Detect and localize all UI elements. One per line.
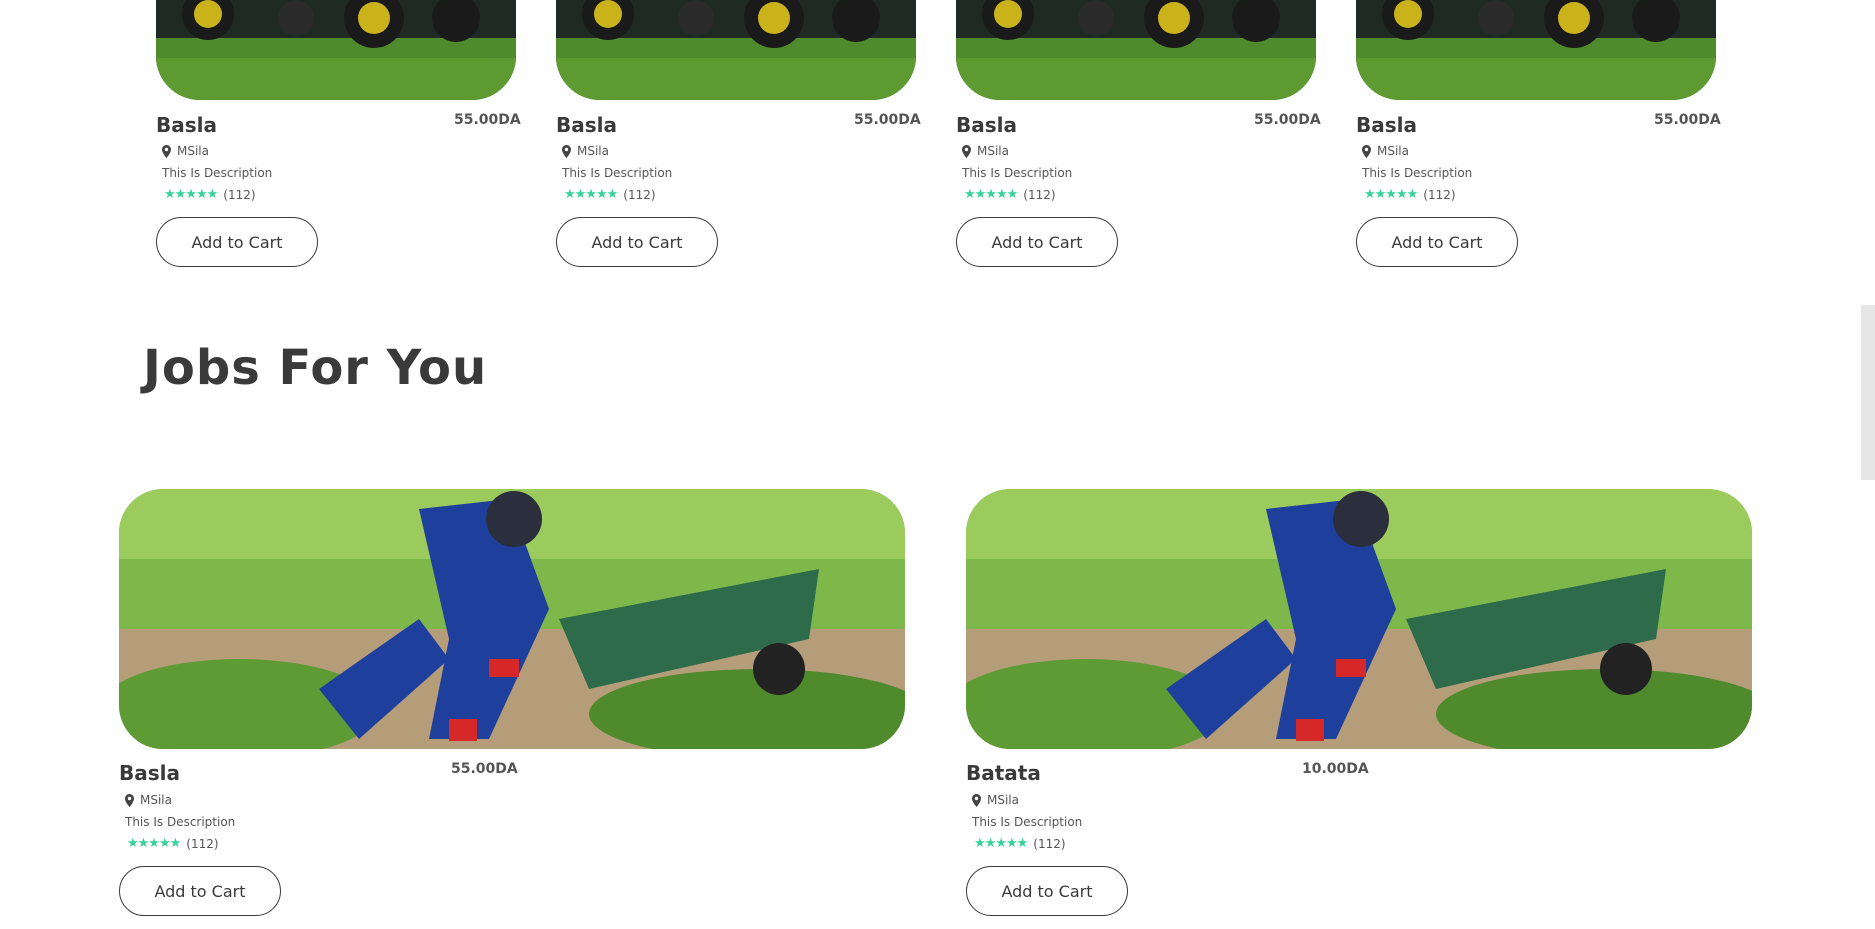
location-label: MSila [1377,144,1409,158]
map-pin-icon [1362,144,1371,158]
product-description: This Is Description [1362,166,1473,180]
star-icon: ★★★★★ [964,187,1018,202]
product-location: MSila [962,144,1009,158]
map-pin-icon [972,793,981,807]
review-count: (112) [1033,836,1066,851]
location-label: MSila [987,793,1019,807]
scrollbar[interactable] [1861,305,1875,480]
tractor-image [156,0,516,100]
add-to-cart-button[interactable]: Add to Cart [1356,217,1518,267]
job-price: 55.00DA [451,761,518,777]
product-rating: ★★★★★ (112) [564,187,656,202]
product-description: This Is Description [962,166,1073,180]
add-to-cart-button[interactable]: Add to Cart [119,866,281,916]
job-price: 10.00DA [1302,761,1369,777]
tractor-image [556,0,916,100]
job-rating: ★★★★★ (112) [127,836,219,851]
product-price: 55.00DA [1654,112,1721,128]
section-title: Jobs For You [143,340,488,396]
review-count: (112) [1423,187,1456,202]
location-label: MSila [140,793,172,807]
product-rating: ★★★★★ (112) [164,187,256,202]
product-rating: ★★★★★ (112) [1364,187,1456,202]
product-location: MSila [1362,144,1409,158]
map-pin-icon [162,144,171,158]
product-title: Basla [556,113,617,137]
product-price: 55.00DA [454,112,521,128]
location-label: MSila [977,144,1009,158]
product-location: MSila [162,144,209,158]
star-icon: ★★★★★ [564,187,618,202]
job-title: Basla [119,761,180,785]
location-label: MSila [577,144,609,158]
add-to-cart-button[interactable]: Add to Cart [966,866,1128,916]
product-price: 55.00DA [854,112,921,128]
job-description: This Is Description [972,815,1083,829]
add-to-cart-button[interactable]: Add to Cart [956,217,1118,267]
farm-worker-image [119,489,905,749]
product-title: Basla [1356,113,1417,137]
tractor-image [956,0,1316,100]
star-icon: ★★★★★ [1364,187,1418,202]
map-pin-icon [962,144,971,158]
job-title: Batata [966,761,1041,785]
product-location: MSila [562,144,609,158]
product-price: 55.00DA [1254,112,1321,128]
review-count: (112) [223,187,256,202]
star-icon: ★★★★★ [127,836,181,851]
location-label: MSila [177,144,209,158]
job-location: MSila [972,793,1019,807]
add-to-cart-button[interactable]: Add to Cart [556,217,718,267]
product-rating: ★★★★★ (112) [964,187,1056,202]
job-description: This Is Description [125,815,236,829]
product-title: Basla [156,113,217,137]
star-icon: ★★★★★ [164,187,218,202]
job-rating: ★★★★★ (112) [974,836,1066,851]
review-count: (112) [623,187,656,202]
product-description: This Is Description [162,166,273,180]
review-count: (112) [1023,187,1056,202]
review-count: (112) [186,836,219,851]
product-description: This Is Description [562,166,673,180]
job-location: MSila [125,793,172,807]
add-to-cart-button[interactable]: Add to Cart [156,217,318,267]
farm-worker-image [966,489,1752,749]
product-title: Basla [956,113,1017,137]
map-pin-icon [125,793,134,807]
tractor-image [1356,0,1716,100]
star-icon: ★★★★★ [974,836,1028,851]
map-pin-icon [562,144,571,158]
